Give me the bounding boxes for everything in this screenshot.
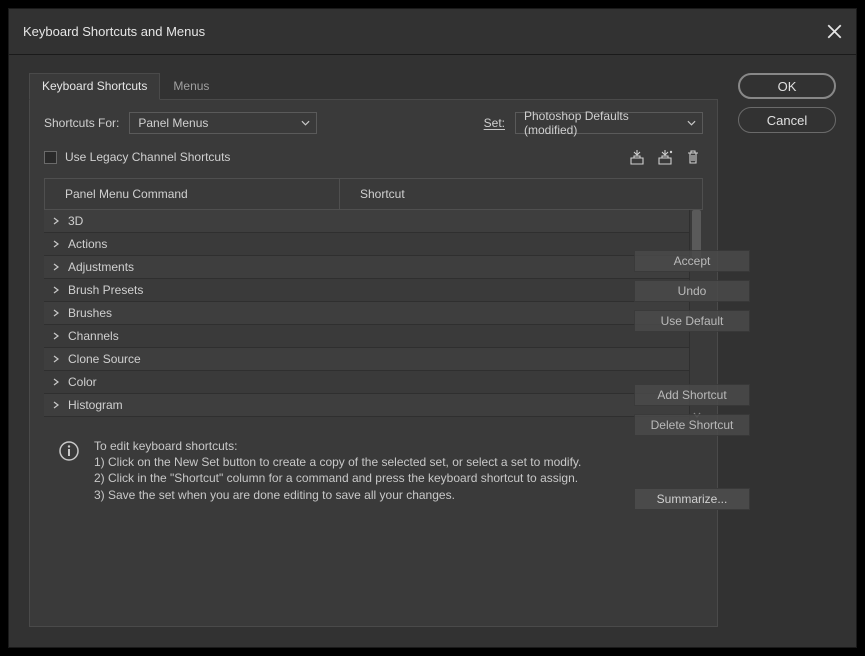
chevron-right-icon: [50, 355, 62, 363]
set-select[interactable]: Photoshop Defaults (modified): [515, 112, 703, 134]
close-icon: [827, 24, 842, 39]
legacy-checkbox[interactable]: [44, 151, 57, 164]
right-column: OK Cancel: [738, 73, 836, 627]
table-row[interactable]: Brushes: [44, 302, 689, 325]
tab-menus[interactable]: Menus: [160, 73, 222, 100]
info-text: To edit keyboard shortcuts: 1) Click on …: [94, 438, 581, 503]
col-command: Panel Menu Command: [44, 178, 339, 210]
ok-button[interactable]: OK: [738, 73, 836, 99]
table-row[interactable]: Histogram: [44, 394, 689, 417]
table-row[interactable]: Clone Source: [44, 348, 689, 371]
delete-shortcut-button[interactable]: Delete Shortcut: [634, 414, 750, 436]
shortcut-table: Panel Menu Command Shortcut 3D Actions A…: [44, 178, 703, 420]
row-shortcuts-for: Shortcuts For: Panel Menus Set: Photosho…: [44, 112, 703, 134]
shortcuts-for-label: Shortcuts For:: [44, 116, 119, 130]
cancel-button[interactable]: Cancel: [738, 107, 836, 133]
table-body: 3D Actions Adjustments Brush Presets Bru…: [44, 210, 689, 420]
set-value: Photoshop Defaults (modified): [524, 109, 680, 137]
chevron-right-icon: [50, 401, 62, 409]
save-set-icon: [628, 149, 646, 165]
titlebar: Keyboard Shortcuts and Menus: [9, 9, 856, 55]
use-default-button[interactable]: Use Default: [634, 310, 750, 332]
chevron-down-icon: [301, 119, 310, 128]
delete-set-button[interactable]: [683, 148, 703, 166]
tab-panel: Shortcuts For: Panel Menus Set: Photosho…: [29, 99, 718, 627]
undo-button[interactable]: Undo: [634, 280, 750, 302]
chevron-right-icon: [50, 240, 62, 248]
table-row[interactable]: Channels: [44, 325, 689, 348]
dialog-window: Keyboard Shortcuts and Menus Keyboard Sh…: [8, 8, 857, 648]
shortcuts-for-value: Panel Menus: [138, 116, 208, 130]
info-block: To edit keyboard shortcuts: 1) Click on …: [44, 438, 703, 503]
table-row[interactable]: Actions: [44, 233, 689, 256]
table-row[interactable]: Color: [44, 371, 689, 394]
side-buttons: Accept Undo Use Default Add Shortcut Del…: [634, 250, 750, 510]
dialog-body: Keyboard Shortcuts Menus Shortcuts For: …: [9, 55, 856, 647]
chevron-down-icon: [687, 119, 696, 128]
summarize-button[interactable]: Summarize...: [634, 488, 750, 510]
table-header: Panel Menu Command Shortcut: [44, 178, 703, 210]
table-row[interactable]: 3D: [44, 210, 689, 233]
row-legacy: Use Legacy Channel Shortcuts: [44, 148, 703, 166]
set-label: Set:: [484, 116, 505, 130]
trash-icon: [684, 149, 702, 165]
table-row[interactable]: Adjustments: [44, 256, 689, 279]
tab-keyboard-shortcuts[interactable]: Keyboard Shortcuts: [29, 73, 160, 100]
new-set-button[interactable]: [655, 148, 675, 166]
window-title: Keyboard Shortcuts and Menus: [23, 24, 205, 39]
chevron-right-icon: [50, 378, 62, 386]
save-set-button[interactable]: [627, 148, 647, 166]
info-icon: [58, 440, 80, 462]
chevron-right-icon: [50, 263, 62, 271]
close-button[interactable]: [827, 24, 842, 39]
legacy-label: Use Legacy Channel Shortcuts: [65, 150, 230, 164]
shortcuts-for-select[interactable]: Panel Menus: [129, 112, 317, 134]
chevron-right-icon: [50, 217, 62, 225]
chevron-right-icon: [50, 286, 62, 294]
table-row[interactable]: Brush Presets: [44, 279, 689, 302]
add-shortcut-button[interactable]: Add Shortcut: [634, 384, 750, 406]
chevron-right-icon: [50, 309, 62, 317]
accept-button[interactable]: Accept: [634, 250, 750, 272]
chevron-right-icon: [50, 332, 62, 340]
col-shortcut: Shortcut: [339, 178, 703, 210]
left-column: Keyboard Shortcuts Menus Shortcuts For: …: [29, 73, 718, 627]
tab-strip: Keyboard Shortcuts Menus: [29, 73, 718, 100]
new-set-icon: [656, 149, 674, 165]
